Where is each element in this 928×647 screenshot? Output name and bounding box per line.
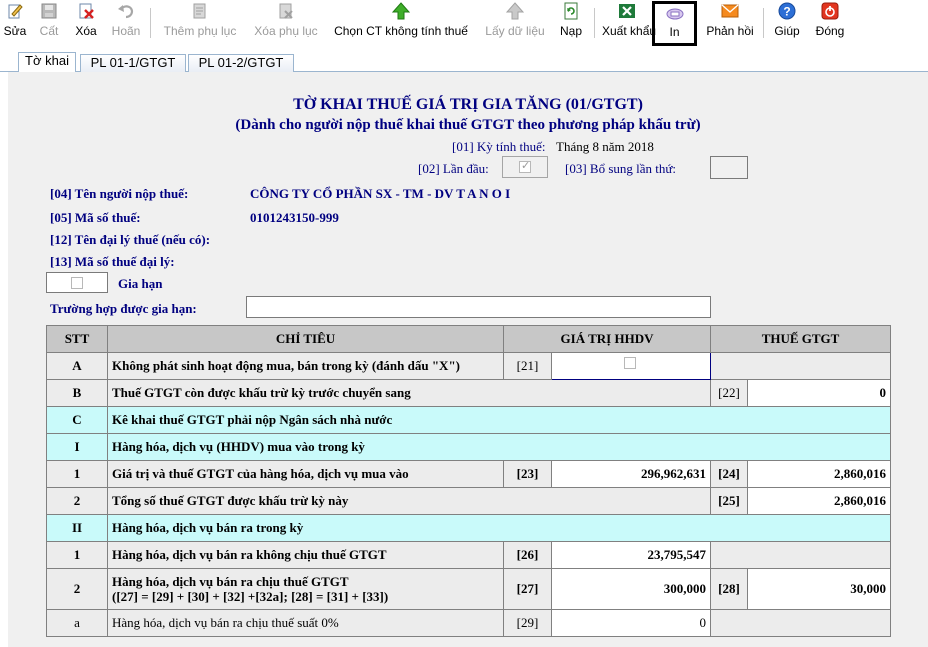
taxpayer-label: [04] Tên người nộp thuế: <box>50 186 189 201</box>
mail-icon <box>721 4 739 18</box>
agent-label: [12] Tên đại lý thuế (nếu có): <box>50 232 211 247</box>
taxpayer-value: CÔNG TY CỔ PHẦN SX - TM - DV T A N O I <box>250 186 511 201</box>
close-button[interactable]: Đóng <box>812 0 848 44</box>
extension-checkbox[interactable] <box>71 277 83 289</box>
gray-up-arrow-icon <box>506 2 524 20</box>
toolbar: Sửa Cất Xóa Hoãn Thêm phụ lục Xóa phụ lụ… <box>0 0 928 52</box>
value-29[interactable]: 0 <box>550 609 712 637</box>
table-row: 1 Hàng hóa, dịch vụ bán ra không chịu th… <box>46 541 892 569</box>
delete-icon <box>79 3 94 19</box>
table-row: 2 Hàng hóa, dịch vụ bán ra chịu thuế GTG… <box>46 568 892 610</box>
select-non-taxable-button[interactable]: Chọn CT không tính thuế <box>332 0 470 44</box>
print-button[interactable]: In <box>652 1 697 46</box>
agent-code-label: [13] Mã số thuế đại lý: <box>50 254 175 269</box>
table-header-row: STT CHỈ TIÊU GIÁ TRỊ HHDV THUẾ GTGT <box>46 325 892 353</box>
table-row: A Không phát sinh hoạt động mua, bán tro… <box>46 352 892 380</box>
add-appendix-icon <box>193 3 206 19</box>
table-row: 1 Giá trị và thuế GTGT của hàng hóa, dịc… <box>46 460 892 488</box>
value-25[interactable]: 2,860,016 <box>747 487 892 515</box>
load-button[interactable]: Nạp <box>556 0 586 44</box>
green-up-arrow-icon <box>392 2 410 20</box>
extension-case-input[interactable] <box>246 296 711 318</box>
print-icon <box>666 8 683 20</box>
value-26[interactable]: 23,795,547 <box>550 541 712 569</box>
header-stt: STT <box>46 325 108 353</box>
table-row: 2 Tổng số thuế GTGT được khấu trừ kỳ này… <box>46 487 892 515</box>
extension-case-label: Trường hợp được gia hạn: <box>50 301 197 316</box>
taxcode-value: 0101243150-999 <box>250 210 339 225</box>
get-data-button[interactable]: Lấy dữ liệu <box>484 0 546 44</box>
no-activity-checkbox[interactable] <box>624 357 636 369</box>
tab-pl-01-2[interactable]: PL 01-2/GTGT <box>188 54 294 72</box>
supplement-input[interactable] <box>710 156 748 179</box>
excel-icon <box>619 4 635 18</box>
period-value: Tháng 8 năm 2018 <box>556 139 654 154</box>
table-row: a Hàng hóa, dịch vụ bán ra chịu thuế suấ… <box>46 609 892 637</box>
table-row: II Hàng hóa, dịch vụ bán ra trong kỳ <box>46 514 892 542</box>
extension-box <box>46 272 108 293</box>
load-icon <box>564 2 578 20</box>
tab-to-khai[interactable]: Tờ khai <box>18 52 76 73</box>
toolbar-separator <box>763 8 764 38</box>
delete-appendix-icon <box>279 3 293 19</box>
value-22[interactable]: 0 <box>747 379 892 407</box>
tab-strip: Tờ khai PL 01-1/GTGT PL 01-2/GTGT <box>0 52 928 73</box>
period-label: [01] Kỳ tính thuế: <box>452 139 546 154</box>
value-28[interactable]: 30,000 <box>747 568 892 610</box>
save-button[interactable]: Cất <box>36 0 62 44</box>
header-chi-tieu: CHỈ TIÊU <box>107 325 504 353</box>
add-appendix-button[interactable]: Thêm phụ lục <box>158 0 242 44</box>
extension-label: Gia hạn <box>118 276 163 291</box>
header-hhdv: GIÁ TRỊ HHDV <box>502 325 712 353</box>
form-title: TỜ KHAI THUẾ GIÁ TRỊ GIA TĂNG (01/GTGT) <box>293 96 643 113</box>
value-24[interactable]: 2,860,016 <box>747 460 892 488</box>
table-row: C Kê khai thuế GTGT phải nộp Ngân sách n… <box>46 406 892 434</box>
declaration-form: TỜ KHAI THUẾ GIÁ TRỊ GIA TĂNG (01/GTGT) … <box>8 72 928 647</box>
undo-button[interactable]: Hoãn <box>108 0 144 44</box>
first-time-label: [02] Lần đầu: <box>418 161 489 176</box>
help-icon: ? <box>778 2 796 20</box>
header-gtgt: THUẾ GTGT <box>710 325 892 353</box>
no-activity-checkbox-cell[interactable] <box>550 352 712 380</box>
edit-icon <box>8 4 23 19</box>
first-time-box <box>502 156 548 178</box>
close-icon <box>821 2 839 20</box>
svg-text:?: ? <box>783 5 790 19</box>
export-button[interactable]: Xuất khẩu <box>602 0 656 44</box>
value-27[interactable]: 300,000 <box>550 568 712 610</box>
form-subtitle: (Dành cho người nộp thuế khai thuế GTGT … <box>235 117 701 133</box>
delete-appendix-button[interactable]: Xóa phụ lục <box>250 0 322 44</box>
value-23[interactable]: 296,962,631 <box>550 460 712 488</box>
tab-pl-01-1[interactable]: PL 01-1/GTGT <box>80 54 186 72</box>
taxcode-label: [05] Mã số thuế: <box>50 210 141 225</box>
help-button[interactable]: ? Giúp <box>771 0 803 44</box>
delete-button[interactable]: Xóa <box>71 0 101 44</box>
undo-icon <box>118 5 134 19</box>
save-icon <box>41 3 57 19</box>
tax-table: STT CHỈ TIÊU GIÁ TRỊ HHDV THUẾ GTGT A Kh… <box>46 325 892 637</box>
table-row: B Thuế GTGT còn được khấu trừ kỳ trước c… <box>46 379 892 407</box>
toolbar-separator <box>150 8 151 38</box>
feedback-button[interactable]: Phản hồi <box>704 0 756 44</box>
table-row: I Hàng hóa, dịch vụ (HHDV) mua vào trong… <box>46 433 892 461</box>
first-time-checkbox[interactable] <box>519 159 531 173</box>
toolbar-separator <box>594 8 595 38</box>
edit-button[interactable]: Sửa <box>2 0 28 44</box>
supplement-label: [03] Bổ sung lần thứ: <box>565 161 677 176</box>
